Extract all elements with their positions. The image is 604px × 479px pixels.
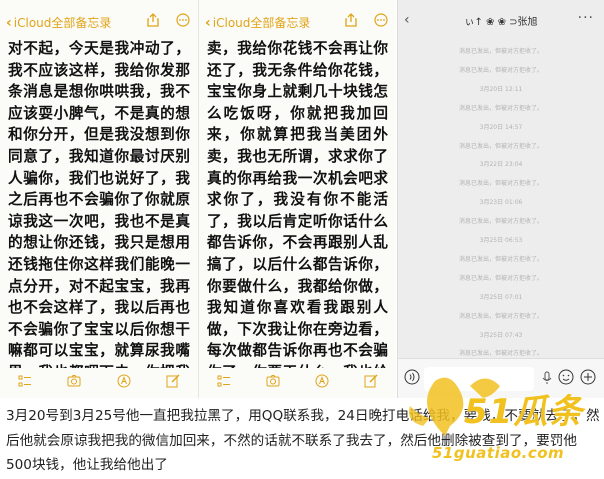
chat-system-message: 3月20日 14:57 [479,123,523,131]
chat-system-message: 消息已发出，但被对方拒收了。 [458,104,543,112]
chat-system-message: 消息已发出，但被对方拒收了。 [458,180,543,188]
chat-system-message: 3月25日 06:53 [479,237,523,244]
camera-icon[interactable] [66,373,82,389]
chevron-left-icon: ‹ [205,14,211,31]
chat-header: ‹ ぃ↑ ❀ ❀ ⊃张旭 ··· [398,0,604,38]
note-panel-right: ‹ iCloud全部备忘录 卖，我给你花钱不会再让你还了，我无条件给你花钱，宝宝… [198,0,396,398]
chat-message-list: 消息已发出，但被对方拒收了。 消息已发出，但被对方拒收了。 3月20日 12:11 消… [398,38,604,358]
checklist-icon[interactable] [17,373,33,389]
markup-icon[interactable] [314,373,330,389]
markup-icon[interactable] [116,373,132,389]
camera-icon[interactable] [265,373,281,389]
note-header: ‹ iCloud全部备忘录 [0,0,198,38]
chat-system-message: 3月23日 01:06 [479,199,523,207]
note-header: ‹ iCloud全部备忘录 [199,0,396,38]
note-toolbar [0,370,198,392]
chat-system-message: 3月25日 07:01 [479,293,523,301]
chat-title: ぃ↑ ❀ ❀ ⊃张旭 [464,17,538,28]
note-toolbar [199,370,396,392]
share-icon[interactable] [344,13,358,27]
back-label: iCloud全部备忘录 [212,16,311,30]
back-label: iCloud全部备忘录 [13,16,112,30]
compose-icon[interactable] [165,373,181,389]
chat-system-message: 消息已发出，但被对方拒收了。 [458,66,543,74]
chat-system-message: 3月22日 23:04 [479,161,523,169]
chat-system-message: 消息已发出，但被对方拒收了。 [458,274,543,282]
more-icon[interactable] [374,13,388,27]
chat-system-message: 消息已发出，但被对方拒收了。 [458,312,543,320]
back-button[interactable]: ‹ iCloud全部备忘录 [6,14,111,31]
back-button[interactable]: ‹ iCloud全部备忘录 [205,14,310,31]
checklist-icon[interactable] [216,373,232,389]
chat-system-message: 消息已发出，但被对方拒收了。 [458,218,543,226]
note-body-text[interactable]: 卖，我给你花钱不会再让你还了，我无条件给你花钱，宝宝你身上就剩几十块钱怎么吃饭呀… [207,38,388,368]
chat-system-message: 消息已发出，但被对方拒收了。 [458,255,543,263]
chevron-left-icon: ‹ [6,14,12,31]
more-icon[interactable] [176,13,190,27]
chat-system-message: 消息已发出，但被对方拒收了。 [458,350,543,358]
note-body-text[interactable]: 对不起，今天是我冲动了，我不应该这样，我给你发那条消息是想你哄哄我，我不应该耍小… [8,38,190,368]
watermark-domain: 51guatiao.com [432,444,565,462]
chat-panel: ‹ ぃ↑ ❀ ❀ ⊃张旭 ··· 消息已发出，但被对方拒收了。 消息已发出，但被对… [397,0,604,398]
more-dots-icon[interactable]: ··· [578,10,594,26]
chat-system-message: 3月25日 07:43 [479,331,523,339]
note-panel-left: ‹ iCloud全部备忘录 对不起，今天是我冲动了，我不应该这样，我给你发那条消… [0,0,198,398]
chat-system-message: 3月20日 12:11 [479,85,523,93]
share-icon[interactable] [146,13,160,27]
watermark-brand: 51瓜条 [464,392,584,432]
chat-system-message: 消息已发出，但被对方拒收了。 [458,142,543,150]
chat-system-message: 消息已发出，但被对方拒收了。 [458,48,543,55]
